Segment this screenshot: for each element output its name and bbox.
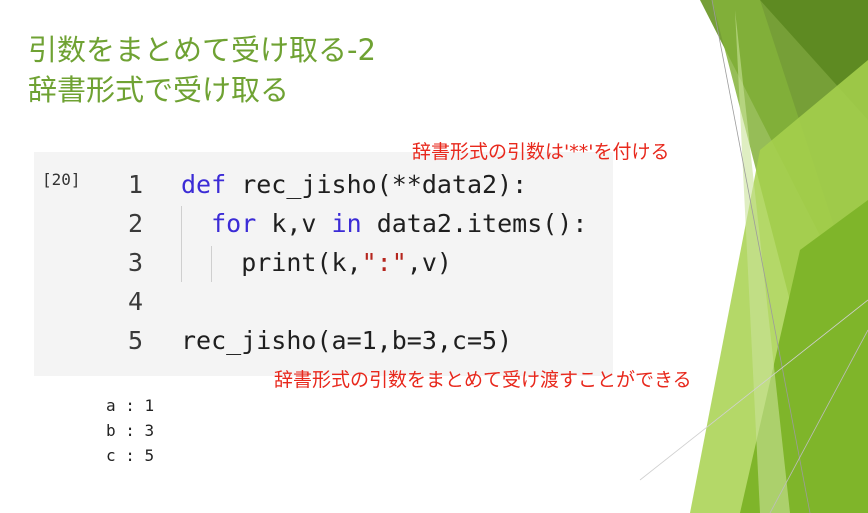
code-token: data2.items():	[361, 209, 588, 238]
output-line: c : 5	[106, 446, 155, 465]
line-number: 1	[128, 170, 144, 199]
annotation-double-star: 辞書形式の引数は'**'を付ける	[412, 141, 670, 163]
code-string: ":"	[361, 248, 407, 277]
code-token: rec_jisho(**data2):	[226, 170, 528, 199]
title-line-2: 辞書形式で受け取る	[28, 73, 290, 107]
code-token: print(k,	[181, 248, 362, 277]
output-line: a : 1	[106, 396, 155, 415]
line-number: 2	[128, 209, 144, 238]
title-line-1: 引数をまとめて受け取る-2	[28, 33, 376, 67]
code-line[interactable]: def rec_jisho(**data2):	[181, 166, 527, 204]
code-keyword: def	[181, 170, 227, 199]
cell-prompt: [20]	[42, 170, 81, 189]
code-line[interactable]: rec_jisho(a=1,b=3,c=5)	[181, 322, 512, 360]
line-number: 4	[128, 287, 144, 316]
code-keyword: in	[331, 209, 362, 238]
code-line[interactable]: for k,v in data2.items():	[181, 205, 587, 243]
indent-guide	[181, 206, 182, 282]
output-line: b : 3	[106, 421, 155, 440]
indent-guide	[211, 246, 212, 282]
code-token: k,v	[256, 209, 332, 238]
annotation-pass-dict: 辞書形式の引数をまとめて受け渡すことができる	[274, 369, 692, 391]
code-line[interactable]: print(k,":",v)	[181, 244, 452, 282]
line-number: 3	[128, 248, 144, 277]
code-keyword: for	[211, 209, 257, 238]
line-number: 5	[128, 326, 144, 355]
code-token: ,v)	[406, 248, 452, 277]
slide-title: 引数をまとめて受け取る-2 辞書形式で受け取る	[28, 30, 376, 110]
code-token: rec_jisho(a=1,b=3,c=5)	[181, 326, 513, 355]
